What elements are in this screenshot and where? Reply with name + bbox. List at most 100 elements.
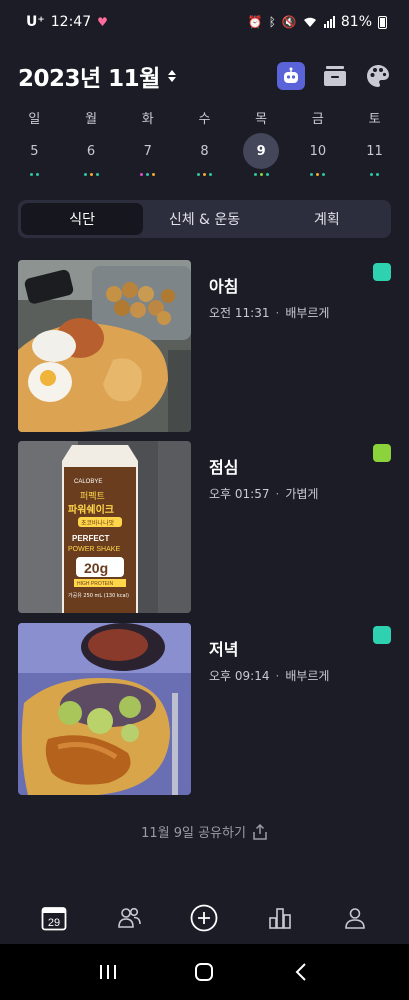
meal-card-dinner[interactable]: 저녁 오후 09:14 · 배부르게 (18, 623, 391, 795)
meal-dot (253, 173, 257, 176)
weekday-label: 목 (255, 112, 268, 127)
carton-spec: 가공유 250 mL (130 kcal) (68, 592, 129, 599)
recent-apps-button[interactable] (88, 952, 128, 992)
meal-dot (322, 173, 326, 176)
nav-add[interactable] (182, 896, 226, 940)
header: 2023년 11월 (18, 58, 391, 94)
day-number: 7 (143, 143, 152, 159)
person-icon (345, 908, 366, 929)
bluetooth-icon: ᛒ (268, 15, 276, 29)
meal-dots (253, 173, 269, 177)
meal-dots (310, 173, 326, 177)
meal-time: 오전 11:31 (209, 306, 270, 320)
header-actions (277, 62, 391, 90)
meal-photo[interactable] (18, 623, 191, 795)
robot-icon[interactable] (277, 62, 305, 90)
mute-icon: 🔇 (281, 15, 297, 29)
back-button[interactable] (281, 952, 321, 992)
add-circle-icon (191, 904, 218, 932)
weekday-label: 금 (311, 112, 324, 127)
home-icon (195, 963, 214, 981)
status-right: ⏰ ᛒ 🔇 81% (248, 14, 387, 30)
meta-separator: · (275, 486, 280, 501)
weekday-label: 수 (198, 112, 211, 127)
home-button[interactable] (184, 952, 224, 992)
day-number: 11 (366, 143, 383, 159)
meal-dots (140, 173, 156, 177)
tab-body-exercise[interactable]: 신체 & 운동 (143, 203, 265, 235)
weekday-header: 일 월 화 수 목 금 토 (0, 108, 409, 127)
calendar-day[interactable]: 10 (298, 133, 338, 177)
day-number: 8 (200, 143, 209, 159)
nav-calendar[interactable]: 29 (32, 896, 76, 940)
battery-icon (378, 15, 387, 29)
calendar-day[interactable]: 5 (14, 133, 54, 177)
people-icon (118, 907, 141, 928)
carrier-label: U⁺ (26, 14, 45, 30)
calendar-day[interactable]: 7 (128, 133, 168, 177)
meal-photo[interactable]: CALOBYE 퍼펙트 파워쉐이크 초코바나나맛 PERFECT POWER S… (18, 441, 191, 613)
meal-dot (35, 173, 39, 176)
nav-stats[interactable] (258, 896, 302, 940)
meal-dot (152, 173, 156, 176)
weekday-label: 화 (141, 112, 154, 127)
meal-dot (83, 173, 87, 176)
meal-photo[interactable] (18, 260, 191, 432)
bottom-nav: 29 (0, 892, 409, 944)
nav-profile[interactable] (333, 896, 377, 940)
share-label: 11월 9일 공유하기 (141, 826, 246, 841)
clock: 12:47 (50, 14, 92, 30)
carton-en-2: POWER SHAKE (68, 546, 120, 553)
calendar-day[interactable]: 6 (71, 133, 111, 177)
month-selector[interactable]: 2023년 11월 (18, 59, 176, 93)
calendar-day[interactable]: 8 (184, 133, 224, 177)
meal-dot (89, 173, 93, 176)
alarm-icon: ⏰ (247, 15, 263, 29)
wifi-icon (303, 17, 316, 27)
back-icon (295, 963, 306, 981)
calendar-day[interactable]: 11 (355, 133, 395, 177)
battery-percent: 81% (340, 14, 372, 30)
meal-dot (29, 173, 33, 176)
meal-fullness: 가볍게 (285, 487, 319, 501)
calendar-day-selected[interactable]: 9 (241, 133, 281, 177)
meal-dot (265, 173, 269, 176)
day-number: 6 (86, 143, 96, 159)
meal-dots (83, 173, 99, 177)
meal-card-lunch[interactable]: CALOBYE 퍼펙트 파워쉐이크 초코바나나맛 PERFECT POWER S… (18, 441, 391, 613)
status-left: U⁺ 12:47 ♥ (26, 14, 108, 30)
day-number: 5 (30, 143, 39, 159)
meal-meta: 오후 09:14 · 배부르게 (209, 667, 329, 684)
carton-protein-label: HIGH PROTEIN (77, 581, 114, 587)
share-icon (253, 823, 267, 840)
meal-dot (370, 173, 374, 176)
meal-name: 아침 (209, 277, 239, 296)
meal-name: 저녁 (209, 640, 239, 659)
palette-icon[interactable] (365, 63, 391, 89)
meal-dot (316, 173, 320, 176)
meal-card-breakfast[interactable]: 아침 오전 11:31 · 배부르게 (18, 260, 391, 432)
meta-separator: · (275, 668, 280, 683)
tab-diet[interactable]: 식단 (21, 203, 144, 235)
meal-dot (208, 173, 212, 176)
weekday-label: 일 (28, 112, 41, 127)
meal-time: 오후 01:57 (209, 487, 270, 501)
carton-title-1: 퍼펙트 (80, 491, 105, 502)
meal-dot (95, 173, 99, 176)
carton-flavor: 초코바나나맛 (81, 519, 115, 527)
meal-fullness: 배부르게 (285, 669, 330, 683)
carton-brand: CALOBYE (74, 479, 102, 485)
archive-icon[interactable] (323, 65, 347, 87)
calendar-icon: 29 (41, 907, 67, 931)
day-number: 10 (309, 143, 327, 159)
meal-name: 점심 (209, 458, 239, 477)
share-button[interactable]: 11월 9일 공유하기 (0, 822, 409, 841)
carton-en-1: PERFECT (72, 534, 109, 543)
weekday-label: 월 (85, 112, 98, 127)
recent-apps-icon (100, 965, 117, 979)
heart-icon: ♥ (97, 15, 108, 29)
tab-plan[interactable]: 계획 (266, 203, 388, 235)
nav-community[interactable] (107, 896, 151, 940)
meal-dot (202, 173, 206, 176)
meal-meta: 오전 11:31 · 배부르게 (209, 304, 329, 321)
